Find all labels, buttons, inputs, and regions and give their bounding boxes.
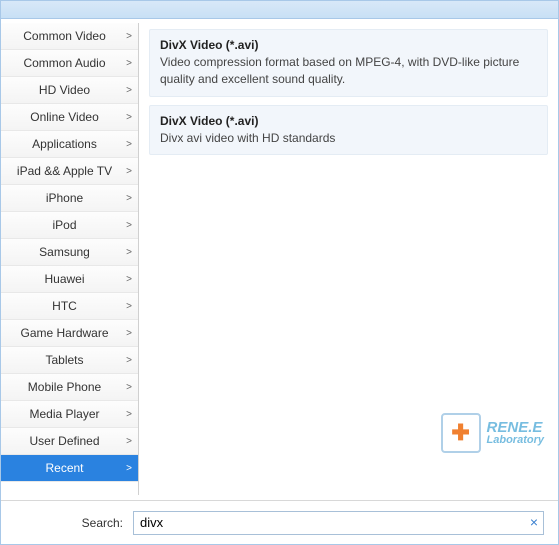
chevron-right-icon: > — [126, 382, 132, 393]
chevron-right-icon: > — [126, 247, 132, 258]
chevron-right-icon: > — [126, 220, 132, 231]
chevron-right-icon: > — [126, 355, 132, 366]
result-title: DivX Video (*.avi) — [160, 114, 537, 128]
sidebar-item-user-defined[interactable]: User Defined> — [1, 428, 138, 455]
sidebar-item-label: Media Player — [7, 407, 132, 421]
sidebar-item-online-video[interactable]: Online Video> — [1, 104, 138, 131]
sidebar-item-ipad-apple-tv[interactable]: iPad && Apple TV> — [1, 158, 138, 185]
search-bar: Search: × — [1, 500, 558, 544]
sidebar-item-label: HD Video — [7, 83, 132, 97]
sidebar-item-huawei[interactable]: Huawei> — [1, 266, 138, 293]
chevron-right-icon: > — [126, 409, 132, 420]
sidebar-item-applications[interactable]: Applications> — [1, 131, 138, 158]
clear-icon[interactable]: × — [530, 514, 538, 530]
chevron-right-icon: > — [126, 193, 132, 204]
sidebar-item-samsung[interactable]: Samsung> — [1, 239, 138, 266]
sidebar-item-label: Samsung — [7, 245, 132, 259]
chevron-right-icon: > — [126, 31, 132, 42]
sidebar-item-mobile-phone[interactable]: Mobile Phone> — [1, 374, 138, 401]
chevron-right-icon: > — [126, 328, 132, 339]
chevron-right-icon: > — [126, 58, 132, 69]
brand-sub: Laboratory — [487, 435, 544, 446]
sidebar-item-iphone[interactable]: iPhone> — [1, 185, 138, 212]
sidebar-item-label: Tablets — [7, 353, 132, 367]
sidebar-item-label: iPhone — [7, 191, 132, 205]
sidebar-item-label: Common Video — [7, 29, 132, 43]
sidebar-item-tablets[interactable]: Tablets> — [1, 347, 138, 374]
chevron-right-icon: > — [126, 274, 132, 285]
brand-logo: ✚ RENE.E Laboratory — [441, 413, 544, 453]
sidebar-item-hd-video[interactable]: HD Video> — [1, 77, 138, 104]
result-title: DivX Video (*.avi) — [160, 38, 537, 52]
sidebar-item-label: HTC — [7, 299, 132, 313]
window: Common Video>Common Audio>HD Video>Onlin… — [0, 0, 559, 545]
sidebar-item-label: Game Hardware — [7, 326, 132, 340]
titlebar — [1, 1, 558, 19]
brand-text: RENE.E Laboratory — [487, 420, 544, 446]
sidebar-item-label: Recent — [7, 461, 132, 475]
sidebar-item-label: iPad && Apple TV — [7, 164, 132, 178]
chevron-right-icon: > — [126, 301, 132, 312]
result-description: Divx avi video with HD standards — [160, 130, 537, 147]
search-label: Search: — [15, 516, 133, 530]
sidebar-item-label: iPod — [7, 218, 132, 232]
chevron-right-icon: > — [126, 139, 132, 150]
content-panel: DivX Video (*.avi) Video compression form… — [139, 19, 558, 499]
result-item[interactable]: DivX Video (*.avi) Video compression form… — [149, 29, 548, 97]
sidebar-item-label: Huawei — [7, 272, 132, 286]
sidebar-item-label: Applications — [7, 137, 132, 151]
search-input[interactable] — [133, 511, 544, 535]
chevron-right-icon: > — [126, 463, 132, 474]
sidebar-item-label: User Defined — [7, 434, 132, 448]
result-item[interactable]: DivX Video (*.avi) Divx avi video with HD… — [149, 105, 548, 156]
sidebar-item-htc[interactable]: HTC> — [1, 293, 138, 320]
sidebar: Common Video>Common Audio>HD Video>Onlin… — [1, 23, 139, 495]
chevron-right-icon: > — [126, 112, 132, 123]
main-area: Common Video>Common Audio>HD Video>Onlin… — [1, 19, 558, 499]
sidebar-item-ipod[interactable]: iPod> — [1, 212, 138, 239]
sidebar-item-media-player[interactable]: Media Player> — [1, 401, 138, 428]
sidebar-item-label: Mobile Phone — [7, 380, 132, 394]
chevron-right-icon: > — [126, 436, 132, 447]
sidebar-item-recent[interactable]: Recent> — [1, 455, 138, 482]
result-description: Video compression format based on MPEG-4… — [160, 54, 537, 88]
sidebar-item-common-audio[interactable]: Common Audio> — [1, 50, 138, 77]
chevron-right-icon: > — [126, 85, 132, 96]
cross-icon: ✚ — [451, 420, 469, 446]
sidebar-item-common-video[interactable]: Common Video> — [1, 23, 138, 50]
sidebar-item-game-hardware[interactable]: Game Hardware> — [1, 320, 138, 347]
brand-badge: ✚ — [441, 413, 481, 453]
sidebar-item-label: Online Video — [7, 110, 132, 124]
sidebar-item-label: Common Audio — [7, 56, 132, 70]
chevron-right-icon: > — [126, 166, 132, 177]
